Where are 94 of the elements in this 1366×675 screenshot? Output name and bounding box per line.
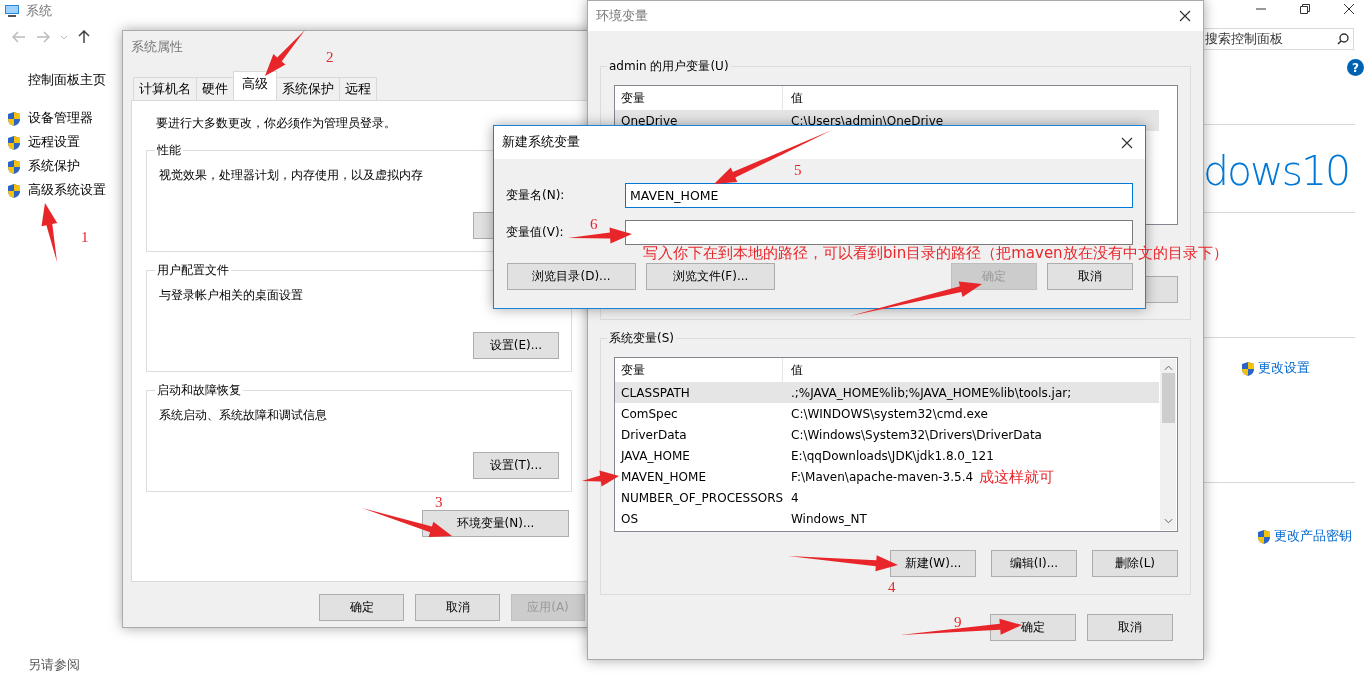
environment-variables-button[interactable]: 环境变量(N)...	[422, 510, 569, 537]
tab[interactable]: 远程	[339, 77, 377, 100]
settings-button[interactable]: 设置(T)...	[473, 452, 559, 479]
dialog-button[interactable]: 确定	[990, 614, 1076, 641]
table-row[interactable]: CLASSPATH .;%JAVA_HOME%lib;%JAVA_HOME%lib\tools.jar;	[615, 382, 1159, 403]
group-description: 视觉效果，处理器计划，内存使用，以及虚拟内存	[159, 168, 423, 182]
help-icon[interactable]: ?	[1347, 59, 1364, 76]
table-cell-text: JAVA_HOME	[619, 448, 691, 463]
table-cell-text: 4	[790, 490, 799, 505]
sidebar-link[interactable]: 系统保护	[28, 158, 80, 175]
group-title: 性能	[155, 142, 183, 159]
dialog-button[interactable]: 浏览文件(F)...	[646, 263, 775, 290]
sidebar-link[interactable]: 高级系统设置	[28, 182, 106, 199]
input-field[interactable]: MAVEN_HOME	[625, 183, 1133, 208]
table-cell-text: C:\Windows\System32\Drivers\DriverData	[790, 427, 1042, 442]
table-cell-text: .;%JAVA_HOME%lib;%JAVA_HOME%lib\tools.jar;	[790, 385, 1072, 400]
table-cell-text: CLASSPATH	[620, 385, 691, 400]
table-row[interactable]: NUMBER_OF_PROCESSORS 4	[615, 487, 799, 508]
field-label: 变量值(V):	[506, 224, 564, 241]
table-cell-text: Windows_NT	[790, 511, 867, 526]
table-row[interactable]: JAVA_HOME E:\qqDownloads\JDK\jdk1.8.0_121	[615, 445, 994, 466]
column-header: 值	[790, 89, 803, 107]
pointer-arrow	[41, 203, 58, 262]
table-row[interactable]: OS Windows_NT	[615, 508, 867, 529]
step-number: 5	[794, 162, 802, 179]
tab[interactable]: 计算机名	[133, 77, 197, 100]
computer-icon	[4, 3, 20, 19]
field-label: 变量名(N):	[506, 187, 565, 204]
dialog-button[interactable]: 取消	[1047, 263, 1133, 290]
dialog-button[interactable]: 浏览目录(D)...	[507, 263, 636, 290]
dialog-button[interactable]: 取消	[415, 594, 500, 621]
dialog-button[interactable]: 取消	[1087, 614, 1173, 641]
shield-icon	[1240, 360, 1256, 377]
input-field[interactable]	[625, 220, 1133, 245]
admin-note: 要进行大多数更改，你必须作为管理员登录。	[156, 115, 397, 132]
table-cell-text: ComSpec	[620, 406, 679, 421]
table-cell-text: MAVEN_HOME	[620, 469, 707, 484]
sidebar-link[interactable]: 控制面板主页	[28, 72, 106, 89]
table-cell-text: DriverData	[620, 427, 688, 442]
column-header: 值	[790, 361, 803, 379]
variable-button[interactable]: 删除(L)	[1092, 550, 1178, 577]
step-number: 6	[590, 216, 598, 233]
step-number: 3	[435, 494, 443, 511]
group-title: 用户配置文件	[155, 262, 231, 279]
settings-button[interactable]: 设置(E)...	[473, 332, 559, 359]
group-title: 启动和故障恢复	[155, 382, 243, 399]
variable-button[interactable]: 编辑(I)...	[991, 550, 1077, 577]
pointer-arrow	[265, 30, 305, 76]
search-icon	[1337, 33, 1349, 45]
variable-list[interactable]	[614, 357, 1178, 532]
group-title: admin 的用户变量(U)	[607, 58, 731, 75]
window-title: 环境变量	[596, 7, 648, 25]
group-description: 系统启动、系统故障和调试信息	[159, 408, 327, 422]
shield-icon	[6, 134, 22, 151]
table-cell-text: E:\qqDownloads\JDK\jdk1.8.0_121	[790, 448, 994, 463]
annotation-note: 成这样就可	[979, 468, 1054, 487]
tab[interactable]: 高级	[233, 71, 277, 100]
shield-icon	[6, 158, 22, 175]
close-icon[interactable]	[1179, 10, 1191, 22]
table-row[interactable]: MAVEN_HOME F:\Maven\apache-maven-3.5.4	[615, 466, 974, 487]
table-row[interactable]: DriverData C:\Windows\System32\Drivers\DriverData	[615, 424, 1042, 445]
restore-icon[interactable]	[1300, 4, 1310, 14]
sidebar-link[interactable]: 设备管理器	[28, 110, 93, 127]
close-icon[interactable]	[1344, 4, 1354, 14]
group-title: 系统变量(S)	[607, 330, 676, 347]
up-icon[interactable]	[78, 30, 90, 44]
change-settings-link[interactable]: 更改设置	[1258, 360, 1310, 377]
window-title: 系统	[26, 2, 52, 20]
shield-icon	[6, 110, 22, 127]
step-number: 4	[888, 579, 896, 596]
table-cell-text: F:\Maven\apache-maven-3.5.4	[790, 469, 974, 484]
variable-button[interactable]: 新建(W)...	[890, 550, 976, 577]
logo-text: dows10	[1203, 151, 1350, 192]
scroll-bar[interactable]	[1160, 359, 1176, 530]
table-cell-text: C:\WINDOWS\system32\cmd.exe	[790, 406, 988, 421]
table-cell-text: OneDrive	[620, 113, 679, 128]
table-cell-text: C:\Users\admin\OneDrive	[790, 113, 944, 128]
pointer-arrow	[582, 470, 619, 487]
dialog-button[interactable]: 确定	[319, 594, 404, 621]
sidebar-link[interactable]: 远程设置	[28, 134, 80, 151]
table-cell-text: NUMBER_OF_PROCESSORS	[620, 490, 783, 505]
table-cell-text: OS	[620, 511, 640, 526]
shield-icon	[6, 182, 22, 199]
group-description: 与登录帐户相关的桌面设置	[159, 288, 303, 302]
window-title: 新建系统变量	[502, 134, 580, 151]
step-number: 1	[81, 229, 89, 246]
section-heading: 另请参阅	[28, 657, 80, 674]
window-title: 系统属性	[131, 38, 183, 56]
table-row[interactable]: ComSpec C:\WINDOWS\system32\cmd.exe	[615, 403, 988, 424]
close-icon[interactable]	[1121, 136, 1133, 149]
step-number: 9	[954, 614, 962, 631]
change-product-key-link[interactable]: 更改产品密钥	[1274, 528, 1352, 545]
shield-icon	[1256, 528, 1272, 545]
step-number: 2	[326, 49, 334, 66]
